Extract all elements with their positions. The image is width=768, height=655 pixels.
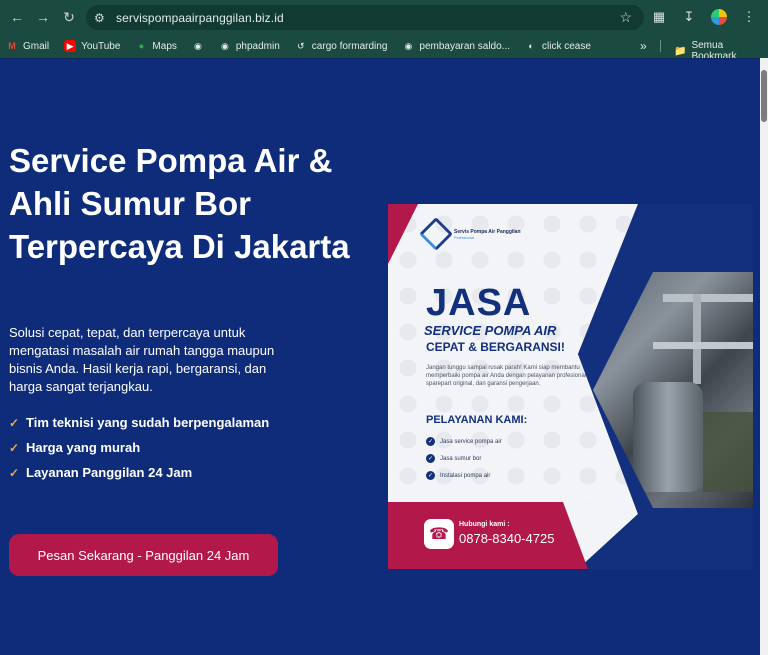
check-icon: ✓	[426, 471, 435, 480]
background-foliage	[703, 412, 753, 492]
maps-icon: ●	[138, 41, 145, 51]
page-scrollbar[interactable]	[760, 58, 768, 655]
poster-logo: Servis Pompa Air Panggilan Profesional	[419, 217, 521, 251]
feature-item: ✓ Tim teknisi yang sudah berpengalaman	[9, 415, 270, 430]
profile-avatar[interactable]	[706, 4, 732, 30]
scrollbar-thumb[interactable]	[761, 70, 767, 122]
bookmark-pembayaran[interactable]: ◉ pembayaran saldo...	[402, 40, 510, 52]
promo-poster: Servis Pompa Air Panggilan Profesional J…	[388, 204, 753, 569]
pipe	[693, 294, 701, 384]
bookmark-click-cease[interactable]: ◐ click cease	[525, 40, 591, 52]
reload-icon[interactable]: ↻	[56, 4, 82, 30]
poster-brand-sub: Profesional	[454, 234, 475, 240]
extensions-icon[interactable]: ▦	[646, 4, 672, 30]
menu-icon[interactable]: ⋮	[736, 4, 762, 30]
more-bookmarks-icon[interactable]: »	[640, 39, 647, 53]
gmail-icon: M	[8, 41, 16, 51]
bookmark-phpadmin[interactable]: ◉ phpadmin	[219, 40, 280, 52]
service-item: ✓ Jasa sumur bor	[426, 454, 482, 463]
poster-tagline: CEPAT & BERGARANSI!	[426, 340, 565, 354]
url-text[interactable]: servispompaairpanggilan.biz.id	[116, 11, 284, 25]
divider	[660, 40, 661, 52]
youtube-icon: ▶	[64, 40, 77, 52]
history-icon: ↺	[297, 40, 305, 51]
loading-icon: ◐	[528, 41, 534, 51]
back-icon[interactable]: ←	[4, 4, 30, 30]
poster-subheadline: SERVICE POMPA AIR	[424, 323, 557, 338]
bookmark-cargo[interactable]: ↺ cargo formarding	[295, 40, 387, 52]
feature-item: ✓ Layanan Panggilan 24 Jam	[9, 465, 193, 480]
services-list: ✓ Jasa service pompa air ✓ Jasa sumur bor …	[426, 433, 502, 484]
service-item: ✓ Jasa service pompa air	[426, 437, 502, 446]
feature-list: ✓ Tim teknisi yang sudah berpengalaman ✓ H…	[9, 410, 269, 485]
bookmark-gmail[interactable]: M Gmail	[6, 40, 49, 52]
hero-description: Solusi cepat, tepat, dan terpercaya untu…	[9, 325, 275, 394]
poster-brand: Servis Pompa Air Panggilan	[454, 228, 521, 235]
check-icon: ✓	[426, 437, 435, 446]
bookmark-star-icon[interactable]: ☆	[619, 9, 632, 26]
poster-headline: JASA	[426, 282, 532, 324]
bookmark-youtube[interactable]: ▶ YouTube	[64, 40, 120, 52]
check-icon: ✓	[426, 454, 435, 463]
bookmark-maps[interactable]: ● Maps	[135, 40, 177, 52]
check-icon: ✓	[9, 465, 20, 480]
bookmark-globe[interactable]: ◉	[192, 40, 204, 52]
globe-icon: ◉	[404, 40, 413, 51]
house-logo-icon	[419, 217, 453, 251]
pump-tank	[633, 382, 703, 492]
poster-description: Jangan tunggu sampai rusak parah! Kami s…	[426, 365, 588, 387]
hero-title: Service Pompa Air & Ahli Sumur Bor Terpe…	[9, 142, 350, 265]
contact-label: Hubungi kami :	[459, 521, 510, 528]
bookmarks-bar: M Gmail ▶ YouTube ● Maps ◉ ◉ phpadmin ↺ cargo…	[0, 34, 768, 62]
check-icon: ✓	[9, 440, 20, 455]
services-title: PELAYANAN KAMI:	[426, 414, 528, 426]
check-icon: ✓	[9, 415, 20, 430]
browser-toolbar: ← → ↻ ⚙ servispompaairpanggilan.biz.id ☆…	[0, 0, 768, 34]
address-bar[interactable]: ⚙ servispompaairpanggilan.biz.id ☆	[86, 5, 644, 30]
download-icon[interactable]: ↧	[676, 4, 702, 30]
service-item: ✓ Instalasi pompa air	[426, 471, 491, 480]
globe-icon: ◉	[220, 40, 229, 51]
globe-icon: ◉	[193, 40, 202, 51]
phone-icon: ☎	[424, 519, 454, 549]
order-now-button[interactable]: Pesan Sekarang - Panggilan 24 Jam	[9, 534, 278, 576]
forward-icon[interactable]: →	[30, 4, 56, 30]
site-settings-icon[interactable]: ⚙	[94, 11, 110, 25]
folder-icon: 📁	[674, 45, 687, 57]
pipe	[663, 294, 753, 302]
page-content: Service Pompa Air & Ahli Sumur Bor Terpe…	[0, 58, 760, 655]
phone-number: 0878-8340-4725	[459, 531, 555, 546]
pipe	[653, 342, 753, 349]
feature-item: ✓ Harga yang murah	[9, 440, 141, 455]
